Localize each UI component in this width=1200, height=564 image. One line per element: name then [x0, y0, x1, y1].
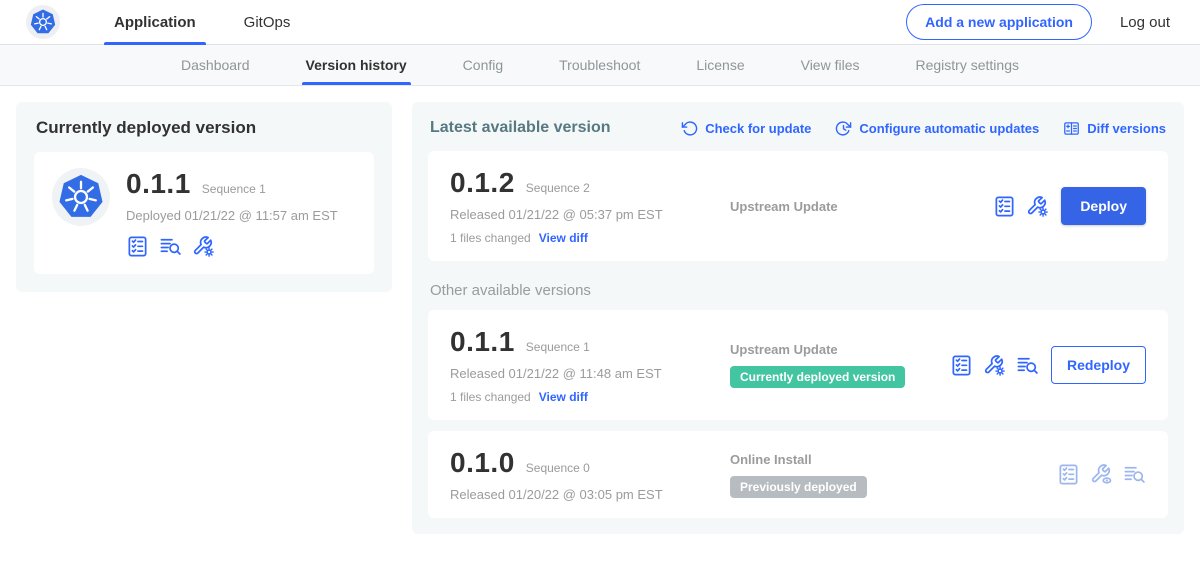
kubernetes-logo-icon: [26, 5, 60, 39]
config-eye-icon[interactable]: [1090, 463, 1113, 486]
subnav-item-dashboard[interactable]: Dashboard: [181, 45, 250, 85]
other-versions-title: Other available versions: [430, 282, 1166, 299]
add-application-button[interactable]: Add a new application: [906, 4, 1092, 40]
subnav-item-view-files[interactable]: View files: [801, 45, 860, 85]
status-badge: Currently deployed version: [730, 366, 905, 388]
row-actions: [950, 354, 1039, 377]
other-versions-list: 0.1.1 Sequence 1 Released 01/21/22 @ 11:…: [428, 310, 1168, 518]
sequence-label: Sequence 2: [526, 181, 590, 195]
deployed-version-card: 0.1.1 Sequence 1 Deployed 01/21/22 @ 11:…: [34, 152, 374, 274]
logs-icon[interactable]: [1016, 354, 1039, 377]
released-timestamp: Released 01/21/22 @ 05:37 pm EST: [450, 207, 730, 222]
panel-title: Latest available version: [430, 119, 611, 137]
preflight-icon[interactable]: [993, 195, 1016, 218]
panel-header: Latest available version Check for updat…: [428, 114, 1168, 140]
subnav-item-troubleshoot[interactable]: Troubleshoot: [559, 45, 640, 85]
source-label: Upstream Update: [730, 199, 993, 214]
diff-icon: [1063, 120, 1080, 137]
subnav-item-license[interactable]: License: [696, 45, 744, 85]
app-header: ApplicationGitOps Add a new application …: [0, 0, 1200, 45]
files-changed-label: 1 files changed: [450, 390, 531, 404]
app-icon: [52, 168, 110, 226]
view-diff-link[interactable]: View diff: [539, 390, 588, 404]
version-number: 0.1.1: [126, 168, 191, 200]
diff-versions-label: Diff versions: [1087, 121, 1166, 136]
sequence-label: Sequence 0: [526, 461, 590, 475]
subnav-item-version-history[interactable]: Version history: [306, 45, 407, 85]
header-right: Add a new application Log out: [906, 4, 1170, 40]
tab-application[interactable]: Application: [90, 0, 220, 45]
logs-icon[interactable]: [1123, 463, 1146, 486]
version-row: 0.1.0 Sequence 0 Released 01/20/22 @ 03:…: [428, 431, 1168, 518]
logout-button[interactable]: Log out: [1120, 14, 1170, 31]
sequence-label: Sequence 1: [526, 340, 590, 354]
main-content: Currently deployed version 0.1.1 Sequenc…: [0, 86, 1200, 550]
latest-version-panel: Latest available version Check for updat…: [412, 102, 1184, 534]
deployed-card-title: Currently deployed version: [36, 118, 374, 138]
diff-versions-link[interactable]: Diff versions: [1063, 120, 1166, 137]
files-changed-line: 1 files changed View diff: [450, 231, 730, 245]
config-gear-icon[interactable]: [192, 235, 215, 258]
subnav-item-registry-settings[interactable]: Registry settings: [916, 45, 1019, 85]
row-actions: [1057, 463, 1146, 486]
configure-updates-label: Configure automatic updates: [859, 121, 1039, 136]
configure-updates-link[interactable]: Configure automatic updates: [835, 120, 1039, 137]
deploy-button[interactable]: Deploy: [1061, 187, 1146, 225]
redeploy-button[interactable]: Redeploy: [1051, 346, 1146, 384]
panel-actions: Check for update Configure automatic upd…: [681, 120, 1166, 137]
preflight-icon[interactable]: [126, 235, 149, 258]
version-number: 0.1.1: [450, 326, 515, 358]
config-gear-icon[interactable]: [983, 354, 1006, 377]
subnav: Dashboard Version history Config Troublesho…: [0, 45, 1200, 86]
files-changed-label: 1 files changed: [450, 231, 531, 245]
preflight-icon[interactable]: [1057, 463, 1080, 486]
source-label: Upstream Update: [730, 342, 950, 357]
preflight-icon[interactable]: [950, 354, 973, 377]
released-timestamp: Released 01/20/22 @ 03:05 pm EST: [450, 487, 730, 502]
tab-gitops[interactable]: GitOps: [220, 0, 315, 45]
view-diff-link[interactable]: View diff: [539, 231, 588, 245]
version-row: 0.1.1 Sequence 1 Released 01/21/22 @ 11:…: [428, 310, 1168, 420]
version-number: 0.1.0: [450, 447, 515, 479]
logs-icon[interactable]: [159, 235, 182, 258]
currently-deployed-card: Currently deployed version 0.1.1 Sequenc…: [16, 102, 392, 292]
schedule-icon: [835, 120, 852, 137]
check-for-update-label: Check for update: [705, 121, 811, 136]
files-changed-line: 1 files changed View diff: [450, 390, 730, 404]
refresh-icon: [681, 120, 698, 137]
subnav-item-config[interactable]: Config: [463, 45, 503, 85]
row-actions: [993, 195, 1049, 218]
status-badge: Previously deployed: [730, 476, 867, 498]
deployed-timestamp: Deployed 01/21/22 @ 11:57 am EST: [126, 208, 338, 223]
check-for-update-link[interactable]: Check for update: [681, 120, 811, 137]
deployed-card-actions: [126, 235, 338, 258]
header-tabs: ApplicationGitOps: [90, 0, 314, 45]
source-label: Online Install: [730, 452, 1057, 467]
sequence-label: Sequence 1: [202, 182, 266, 196]
latest-version-list: 0.1.2 Sequence 2 Released 01/21/22 @ 05:…: [428, 151, 1168, 261]
version-row: 0.1.2 Sequence 2 Released 01/21/22 @ 05:…: [428, 151, 1168, 261]
released-timestamp: Released 01/21/22 @ 11:48 am EST: [450, 366, 730, 381]
config-gear-icon[interactable]: [1026, 195, 1049, 218]
version-number: 0.1.2: [450, 167, 515, 199]
